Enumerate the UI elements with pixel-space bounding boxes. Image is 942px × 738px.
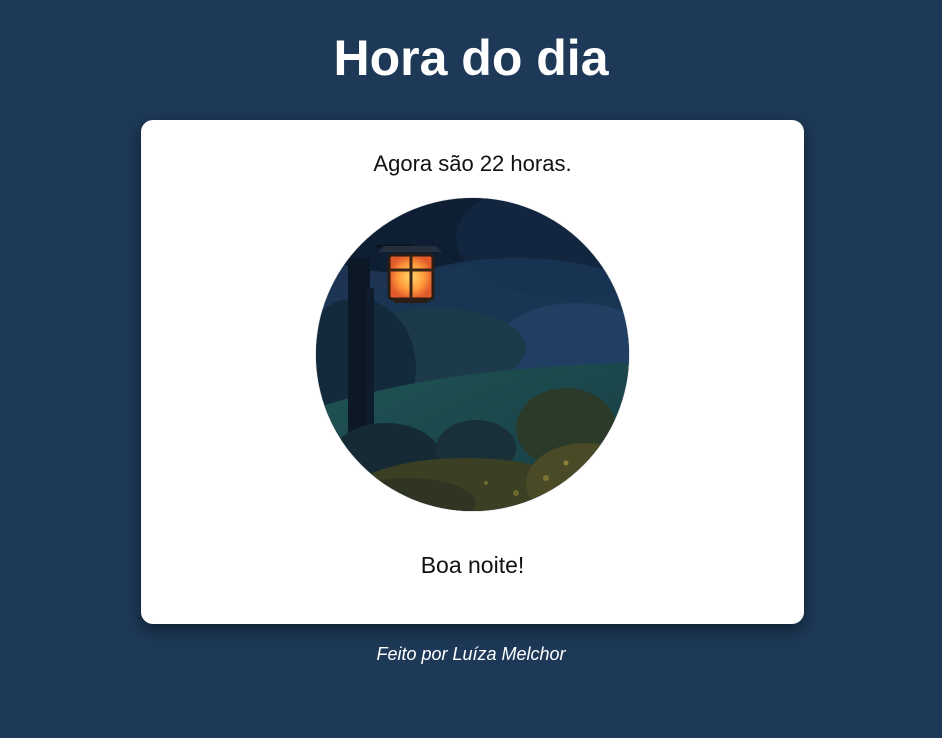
night-scene-image: [316, 198, 629, 511]
greeting-message: Boa noite!: [420, 552, 525, 578]
time-message: Agora são 22 horas.: [373, 151, 572, 176]
page-title: Hora do dia: [333, 30, 609, 86]
time-card: Agora são 22 horas. Boa noite!: [141, 120, 804, 624]
footer-credit: Feito por Luíza Melchor: [376, 644, 566, 664]
